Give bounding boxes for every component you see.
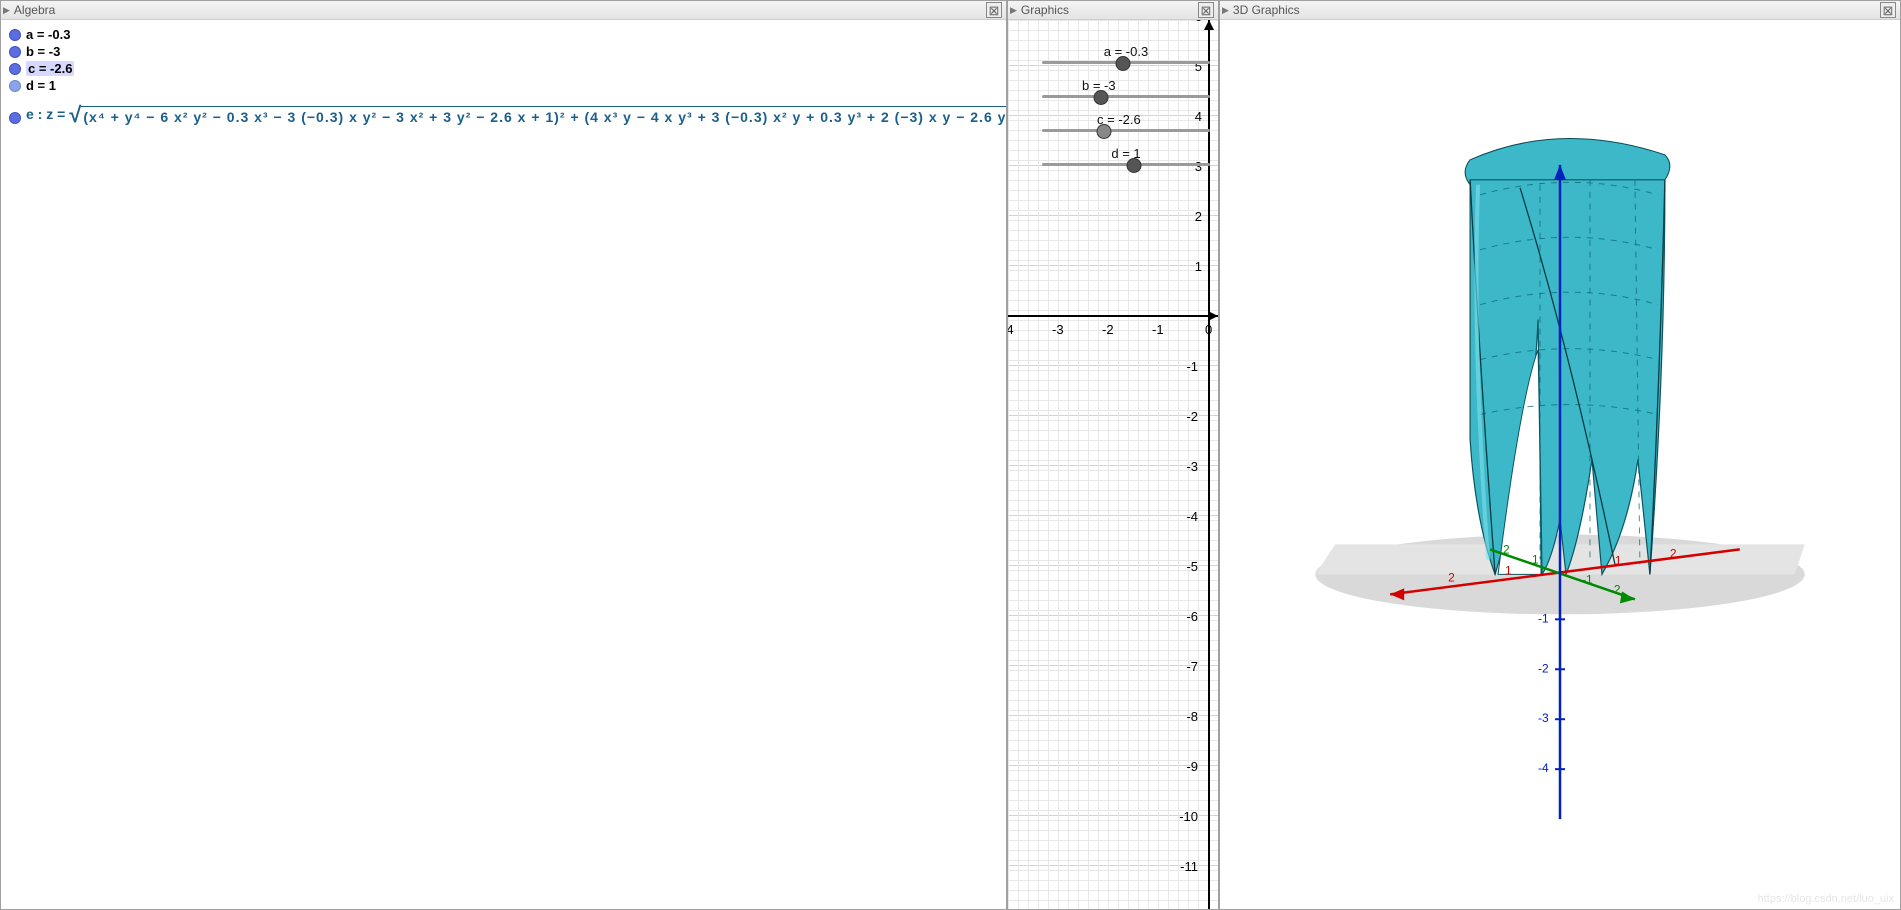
y-tick: -1 (1178, 359, 1198, 374)
close-icon[interactable]: ⊠ (986, 2, 1002, 18)
panel-title: 3D Graphics (1233, 3, 1880, 17)
slider-thumb[interactable] (1127, 158, 1142, 173)
z-tick-label: -2 (1538, 661, 1549, 675)
arrow-right-icon (1208, 311, 1218, 321)
close-icon[interactable]: ⊠ (1198, 2, 1214, 18)
graphics-panel: ▶ Graphics ⊠ 6 5 4 3 2 1 -1 -2 -3 -4 -5 … (1007, 0, 1219, 910)
y-tick-label: -1 (1582, 572, 1593, 586)
slider-label: d = 1 (1042, 146, 1210, 161)
equation-body: (x⁴ + y⁴ − 6 x² y² − 0.3 x³ − 3 (−0.3) x… (81, 106, 1006, 126)
y-tick: -2 (1178, 409, 1198, 424)
close-icon[interactable]: ⊠ (1880, 2, 1896, 18)
x-tick: -3 (1052, 322, 1064, 337)
graphics-canvas[interactable]: 6 5 4 3 2 1 -1 -2 -3 -4 -5 -6 -7 -8 -9 -… (1008, 20, 1218, 909)
slider-a[interactable]: a = -0.3 (1042, 44, 1210, 64)
y-tick: -9 (1178, 759, 1198, 774)
radical-icon: √ (69, 104, 81, 126)
slider-track[interactable] (1042, 129, 1210, 132)
z-tick-label: -3 (1538, 711, 1549, 725)
x-tick: 0 (1205, 322, 1212, 337)
y-tick: -3 (1178, 459, 1198, 474)
y-tick: -8 (1178, 709, 1198, 724)
z-tick-label: -4 (1538, 761, 1549, 775)
graphics-header[interactable]: ▶ Graphics ⊠ (1008, 1, 1218, 20)
visibility-dot-icon[interactable] (9, 29, 21, 41)
slider-track[interactable] (1042, 163, 1210, 166)
slider-b[interactable]: b = -3 (1042, 78, 1210, 98)
sqrt-icon: √ (x⁴ + y⁴ − 6 x² y² − 0.3 x³ − 3 (−0.3)… (69, 106, 1006, 126)
x-tick-label: 2 (1670, 546, 1677, 560)
arrow-up-icon (1204, 20, 1214, 30)
algebra-panel: ▶ Algebra ⊠ a = -0.3 b = -3 c = -2.6 d =… (0, 0, 1007, 910)
y-tick: 2 (1182, 209, 1202, 224)
3d-graphics-header[interactable]: ▶ 3D Graphics ⊠ (1220, 1, 1900, 20)
slider-track[interactable] (1042, 95, 1210, 98)
equation-text: e : z = √ (x⁴ + y⁴ − 6 x² y² − 0.3 x³ − … (26, 106, 1006, 126)
x-tick-label: 1 (1505, 563, 1512, 577)
slider-thumb[interactable] (1097, 124, 1112, 139)
y-tick-label: 1 (1532, 552, 1539, 566)
algebra-item-c[interactable]: c = -2.6 (7, 60, 1000, 77)
y-tick: -5 (1178, 559, 1198, 574)
surface-3d (1465, 139, 1670, 575)
var-label: a = -0.3 (26, 27, 70, 42)
watermark: https://blog.csdn.net/luo_uix (1758, 893, 1894, 905)
var-label: d = 1 (26, 78, 56, 93)
slider-d[interactable]: d = 1 (1042, 146, 1210, 166)
z-tick-label: -1 (1538, 611, 1549, 625)
slider-track[interactable] (1042, 61, 1210, 64)
y-tick-label: -2 (1610, 582, 1621, 596)
y-tick: -10 (1172, 809, 1198, 824)
slider-thumb[interactable] (1116, 56, 1131, 71)
app-root: ▶ Algebra ⊠ a = -0.3 b = -3 c = -2.6 d =… (0, 0, 1901, 910)
algebra-item-a[interactable]: a = -0.3 (7, 26, 1000, 43)
var-label: c = -2.6 (26, 61, 74, 76)
collapse-icon: ▶ (1222, 5, 1229, 16)
y-tick: -11 (1172, 859, 1198, 874)
equation-lhs: e : z = (26, 106, 65, 122)
y-tick: -4 (1178, 509, 1198, 524)
algebra-body: a = -0.3 b = -3 c = -2.6 d = 1 e : z = √ (1, 20, 1006, 909)
3d-graphics-panel: ▶ 3D Graphics ⊠ (1219, 0, 1901, 910)
panel-title: Algebra (14, 3, 986, 17)
collapse-icon: ▶ (3, 5, 10, 16)
slider-c[interactable]: c = -2.6 (1042, 112, 1210, 132)
visibility-dot-icon[interactable] (9, 46, 21, 58)
3d-scene: 2 1 1 2 2 1 -1 -2 (1220, 20, 1900, 909)
x-tick: -1 (1152, 322, 1164, 337)
slider-thumb[interactable] (1093, 90, 1108, 105)
algebra-item-e[interactable]: e : z = √ (x⁴ + y⁴ − 6 x² y² − 0.3 x³ − … (7, 106, 1000, 126)
y-tick-label: 2 (1503, 542, 1510, 556)
y-tick: 1 (1182, 259, 1202, 274)
collapse-icon: ▶ (1010, 5, 1017, 16)
algebra-item-b[interactable]: b = -3 (7, 43, 1000, 60)
algebra-header[interactable]: ▶ Algebra ⊠ (1, 1, 1006, 20)
algebra-item-d[interactable]: d = 1 (7, 77, 1000, 94)
slider-label: c = -2.6 (1097, 112, 1210, 127)
3d-canvas[interactable]: 2 1 1 2 2 1 -1 -2 (1220, 20, 1900, 909)
visibility-dot-icon[interactable] (9, 80, 21, 92)
visibility-dot-icon[interactable] (9, 112, 21, 124)
x-axis (1008, 315, 1218, 317)
visibility-dot-icon[interactable] (9, 63, 21, 75)
y-tick: -6 (1178, 609, 1198, 624)
x-tick: -2 (1102, 322, 1114, 337)
y-tick: -7 (1178, 659, 1198, 674)
y-tick: 6 (1182, 20, 1202, 24)
var-label: b = -3 (26, 44, 60, 59)
x-tick-label: 2 (1448, 570, 1455, 584)
x-tick-label: 1 (1615, 553, 1622, 567)
x-tick: -4 (1008, 322, 1014, 337)
panel-title: Graphics (1021, 3, 1198, 17)
